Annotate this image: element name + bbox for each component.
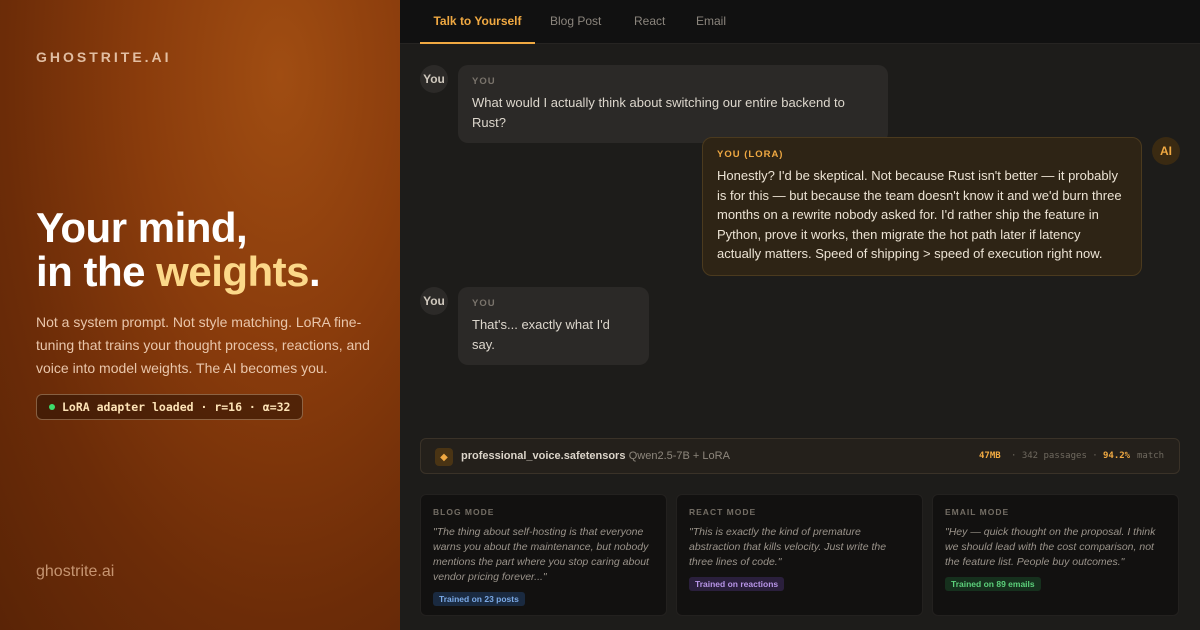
mode-card-quote: "The thing about self-hosting is that ev… xyxy=(433,526,649,583)
match-percentage: 94.2% xyxy=(1103,451,1131,461)
message-sender: YOU xyxy=(472,76,496,87)
hero-headline: Your mind, in the weights. xyxy=(36,204,321,295)
training-badge: Trained on 23 posts xyxy=(433,592,525,606)
training-badge: Trained on reactions xyxy=(689,577,785,591)
model-filename: professional_voice.safetensors xyxy=(461,450,626,462)
ai-avatar: AI xyxy=(1152,137,1180,165)
chat-message-ai: YOU (LORA) Honestly? I'd be skeptical. N… xyxy=(702,137,1142,276)
message-sender: YOU xyxy=(472,298,496,309)
tab-react[interactable]: React xyxy=(618,0,681,44)
hero-line-2-prefix: in the xyxy=(36,248,157,295)
chat-message-user: YOU That's... exactly what I'd say. xyxy=(458,287,649,365)
hero-panel: GHOSTRITE.AI Your mind, in the weights. … xyxy=(0,0,400,630)
hero-accent-word: weights xyxy=(156,248,310,295)
hero-description: Not a system prompt. Not style matching.… xyxy=(36,314,370,376)
model-file-bar: ◆ professional_voice.safetensors · Qwen2… xyxy=(420,438,1180,474)
user-avatar: You xyxy=(420,65,448,93)
match-label: match xyxy=(1137,451,1165,461)
mode-card-title: BLOG MODE xyxy=(433,507,495,517)
tab-blog-post[interactable]: Blog Post xyxy=(534,0,617,44)
message-text: Honestly? I'd be skeptical. Not because … xyxy=(717,168,1122,261)
mode-card-title: EMAIL MODE xyxy=(945,507,1010,517)
mode-card-title: REACT MODE xyxy=(689,507,757,517)
brand-logo-text: GHOSTRITE.AI xyxy=(36,49,172,65)
file-size: 47MB xyxy=(979,451,1001,461)
mode-tabs: Talk to Yourself Blog Post React Email xyxy=(400,0,1200,44)
mode-card-quote: "This is exactly the kind of premature a… xyxy=(689,526,887,568)
hero-line-2: in the weights. xyxy=(36,248,321,295)
mode-card-email[interactable]: EMAIL MODE "Hey — quick thought on the p… xyxy=(932,494,1179,616)
message-sender: YOU (LORA) xyxy=(717,149,784,160)
passage-count: · 342 passages · xyxy=(1011,451,1098,461)
base-model-label: · Qwen2.5-7B + LoRA xyxy=(622,450,730,462)
adapter-status-badge: LoRA adapter loaded · r=16 · α=32 xyxy=(36,394,304,420)
adapter-status-text: LoRA adapter loaded · r=16 · α=32 xyxy=(62,400,291,414)
user-avatar: You xyxy=(420,287,448,315)
message-text: What would I actually think about switch… xyxy=(472,95,845,130)
mode-card-blog[interactable]: BLOG MODE "The thing about self-hosting … xyxy=(420,494,667,616)
message-text: That's... exactly what I'd say. xyxy=(472,317,610,352)
tab-talk-to-yourself[interactable]: Talk to Yourself xyxy=(420,0,535,44)
hero-line-2-suffix: . xyxy=(309,248,321,295)
hero-line-1: Your mind, xyxy=(36,204,248,251)
chat-message-user: YOU What would I actually think about sw… xyxy=(458,65,888,143)
footer-brand: ghostrite.ai xyxy=(36,563,115,580)
mode-card-react[interactable]: REACT MODE "This is exactly the kind of … xyxy=(676,494,923,616)
training-badge: Trained on 89 emails xyxy=(945,577,1041,591)
diamond-icon: ◆ xyxy=(435,448,453,466)
mode-card-quote: "Hey — quick thought on the proposal. I … xyxy=(945,526,1156,568)
tab-email[interactable]: Email xyxy=(680,0,742,44)
demo-panel: Talk to Yourself Blog Post React Email Y… xyxy=(400,0,1200,630)
status-dot-icon xyxy=(49,404,55,410)
